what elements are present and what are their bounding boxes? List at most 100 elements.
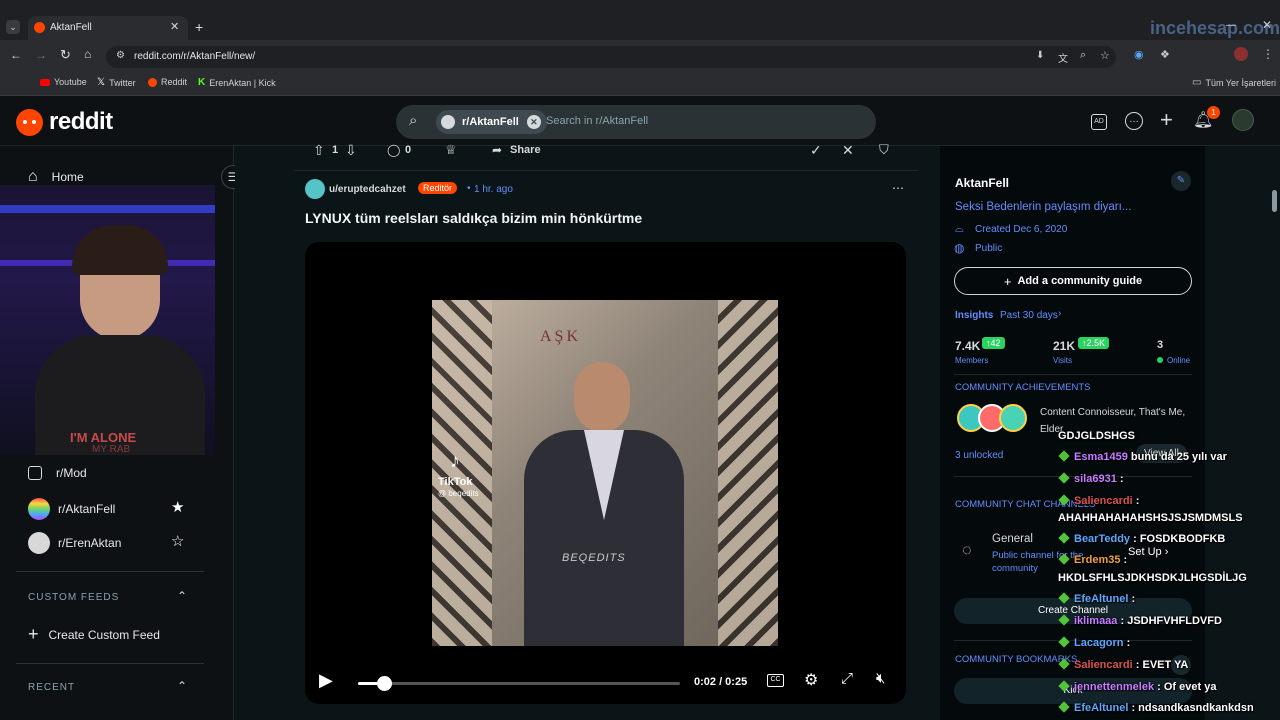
- nav-sub-aktanfell[interactable]: r/AktanFell: [28, 498, 115, 520]
- page-scrollbar[interactable]: [1268, 146, 1280, 720]
- zoom-icon[interactable]: ⌕: [1080, 49, 1086, 62]
- mute-icon[interactable]: 🔇︎: [876, 670, 885, 687]
- site-info-icon[interactable]: ⚙: [116, 50, 125, 61]
- chevron-up-icon[interactable]: ⌃: [177, 589, 187, 603]
- mod-shield-icon[interactable]: ⛉: [879, 142, 889, 158]
- post-options-icon[interactable]: ⋯: [892, 181, 904, 195]
- online-value: 3: [1157, 339, 1164, 351]
- post-author[interactable]: u/eruptedcahzet: [329, 184, 406, 195]
- video-player[interactable]: AŞK ♪ TikTok @ beqedits BEQEDITS ▶ 0:02 …: [305, 242, 906, 704]
- chat-icon[interactable]: …: [1125, 112, 1143, 130]
- chat-username: Saliencardi: [1074, 659, 1136, 671]
- subreddit-filter-chip[interactable]: r/AktanFell ✕: [436, 110, 547, 134]
- new-tab-icon[interactable]: +: [195, 19, 203, 35]
- search-bar[interactable]: ⌕ r/AktanFell ✕ Search in r/AktanFell: [396, 105, 876, 139]
- seek-handle[interactable]: [376, 676, 392, 691]
- chat-text: : FOSDKBODFKB: [1133, 533, 1226, 545]
- chat-username: Saliencardi: [1074, 495, 1136, 507]
- ad-icon[interactable]: AD: [1091, 114, 1107, 130]
- chat-badge-icon: [1058, 494, 1070, 506]
- chat-message: Saliencardi : EVET YA: [1058, 658, 1189, 671]
- subreddit-rainbow-icon: [28, 498, 50, 520]
- favorite-star-outline-icon[interactable]: ☆: [171, 532, 184, 550]
- close-window-icon[interactable]: ✕: [1262, 18, 1272, 32]
- chat-text: AHAHHAHAHAHSHSJSJSMDMSLS: [1058, 512, 1243, 524]
- share-label[interactable]: Share: [510, 144, 541, 156]
- user-avatar[interactable]: [1232, 109, 1254, 131]
- visits-label: Visits: [1053, 356, 1072, 365]
- add-community-guide-button[interactable]: + Add a community guide: [954, 267, 1192, 295]
- setup-channel-button[interactable]: Set Up ›: [1128, 546, 1168, 558]
- back-icon[interactable]: ←: [10, 48, 22, 62]
- achievement-badge-icon: [999, 404, 1027, 432]
- chat-text: : EVET YA: [1135, 659, 1189, 671]
- post-title[interactable]: LYNUX tüm reelsları saldıkça bizim min h…: [305, 210, 642, 226]
- notification-badge: 1: [1207, 106, 1220, 119]
- chat-badge-icon: [1058, 553, 1070, 565]
- bookmark-star-icon[interactable]: ☆: [1100, 49, 1110, 62]
- chat-text: HKDLSFHLSJDKHSDKJLHGSDİLJG: [1058, 572, 1247, 584]
- recent-header[interactable]: RECENT: [28, 682, 75, 693]
- extensions-puzzle-icon[interactable]: ❖: [1160, 48, 1170, 61]
- chip-remove-icon[interactable]: ✕: [526, 115, 541, 129]
- reddit-wordmark: reddit: [49, 108, 113, 135]
- url-field[interactable]: ⚙ reddit.com/r/AktanFell/new/ ⬇ 文 ⌕ ☆: [106, 46, 1116, 68]
- award-icon[interactable]: ♕: [445, 142, 457, 158]
- seek-bar[interactable]: [358, 676, 680, 691]
- remove-icon[interactable]: ✕: [842, 142, 854, 159]
- chat-message: Esma1459 bunu da 25 yılı var: [1058, 450, 1227, 463]
- custom-feeds-header[interactable]: CUSTOM FEEDS: [28, 592, 119, 603]
- comment-icon[interactable]: ◯: [387, 143, 400, 157]
- nav-sub-erenaktan[interactable]: r/ErenAktan: [28, 532, 121, 554]
- divider: [16, 571, 204, 572]
- search-input[interactable]: Search in r/AktanFell: [546, 115, 648, 127]
- reload-icon[interactable]: ↻: [60, 47, 71, 63]
- favorite-star-filled-icon[interactable]: ★: [171, 498, 184, 516]
- extension-icon[interactable]: ◉: [1134, 48, 1144, 61]
- translate-icon[interactable]: 文: [1058, 50, 1068, 65]
- browser-tab[interactable]: AktanFell ✕: [28, 16, 188, 40]
- nav-mod[interactable]: r/Mod: [28, 466, 87, 480]
- create-custom-feed[interactable]: + Create Custom Feed: [28, 624, 160, 645]
- fullscreen-icon[interactable]: ⤢: [841, 670, 853, 687]
- chevron-up-icon[interactable]: ⌃: [177, 679, 187, 693]
- chat-text: GDJGLDSHGS: [1058, 430, 1136, 442]
- channel-general[interactable]: General: [992, 533, 1033, 545]
- minimize-icon[interactable]: —: [1226, 20, 1236, 31]
- profile-avatar-icon[interactable]: [1234, 47, 1248, 61]
- play-icon[interactable]: ▶: [319, 670, 333, 691]
- approve-icon[interactable]: ✓: [810, 142, 822, 159]
- scrollbar-thumb[interactable]: [1272, 190, 1277, 212]
- online-dot-icon: [1157, 357, 1163, 363]
- bookmark-reddit[interactable]: Reddit: [148, 77, 187, 87]
- tab-title: AktanFell: [50, 22, 92, 33]
- close-tab-icon[interactable]: ✕: [170, 20, 179, 33]
- bookmarks-bar: Youtube 𝕏 Twitter Reddit K ErenAktan | Kic…: [0, 72, 1280, 96]
- nav-home[interactable]: ⌂ Home: [28, 168, 84, 186]
- create-post-icon[interactable]: +: [1160, 107, 1173, 133]
- author-avatar[interactable]: [305, 179, 325, 199]
- bookmark-kick[interactable]: K ErenAktan | Kick: [198, 77, 276, 88]
- members-value: 7.4K: [955, 339, 981, 353]
- edit-pencil-icon[interactable]: ✎: [1171, 171, 1191, 191]
- forward-icon[interactable]: →: [35, 48, 47, 62]
- settings-gear-icon[interactable]: ⚙: [804, 670, 818, 690]
- insights-range[interactable]: Past 30 days: [1000, 310, 1058, 321]
- share-icon[interactable]: ➦: [492, 143, 502, 157]
- chat-username: BearTeddy: [1074, 533, 1134, 545]
- menu-kebab-icon[interactable]: ⋮: [1262, 47, 1274, 61]
- insights-label[interactable]: Insights: [955, 310, 993, 321]
- tab-list-button[interactable]: ⌄: [6, 20, 20, 34]
- chat-badge-icon: [1058, 701, 1070, 713]
- home-icon[interactable]: ⌂: [84, 47, 91, 61]
- clip-sign: AŞK: [540, 328, 582, 345]
- install-icon[interactable]: ⬇: [1036, 50, 1044, 61]
- downvote-icon[interactable]: ⇩: [345, 142, 357, 159]
- bookmark-twitter[interactable]: 𝕏 Twitter: [97, 77, 136, 88]
- bookmark-youtube[interactable]: Youtube: [40, 77, 87, 87]
- all-bookmarks[interactable]: ▭ Tüm Yer İşaretleri: [1192, 77, 1276, 88]
- upvote-icon[interactable]: ⇧: [313, 142, 325, 159]
- home-icon: ⌂: [28, 168, 38, 185]
- reddit-logo[interactable]: reddit: [16, 108, 113, 136]
- captions-icon[interactable]: CC: [767, 674, 784, 687]
